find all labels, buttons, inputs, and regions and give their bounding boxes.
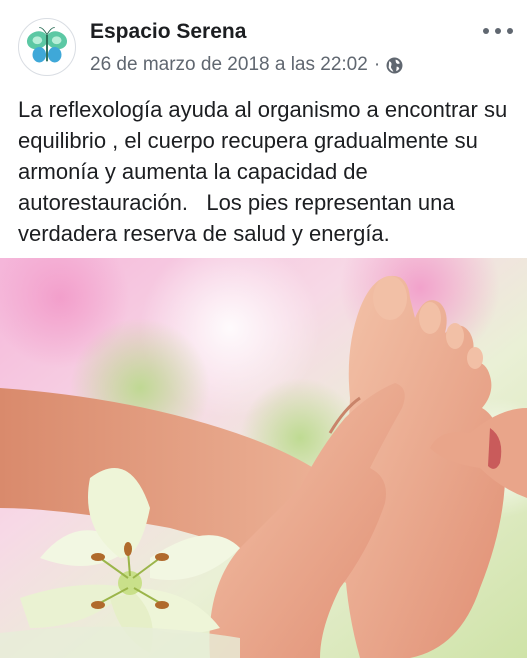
post-image[interactable] — [0, 258, 527, 658]
more-dot-icon — [483, 28, 489, 34]
more-dot-icon — [495, 28, 501, 34]
post-header: Espacio Serena 26 de marzo de 2018 a las… — [0, 0, 527, 90]
post-meta: 26 de marzo de 2018 a las 22:02 · — [90, 54, 403, 76]
post-timestamp[interactable]: 26 de marzo de 2018 a las 22:02 — [90, 54, 368, 76]
globe-icon[interactable] — [386, 57, 403, 74]
page-avatar[interactable] — [18, 18, 76, 76]
meta-separator: · — [373, 54, 381, 75]
page-name-link[interactable]: Espacio Serena — [90, 20, 246, 44]
more-options-button[interactable] — [483, 22, 513, 40]
post-text: La reflexología ayuda al organismo a enc… — [18, 97, 514, 246]
more-dot-icon — [507, 28, 513, 34]
reflexology-photo — [0, 258, 527, 658]
butterfly-logo-icon — [19, 19, 75, 75]
